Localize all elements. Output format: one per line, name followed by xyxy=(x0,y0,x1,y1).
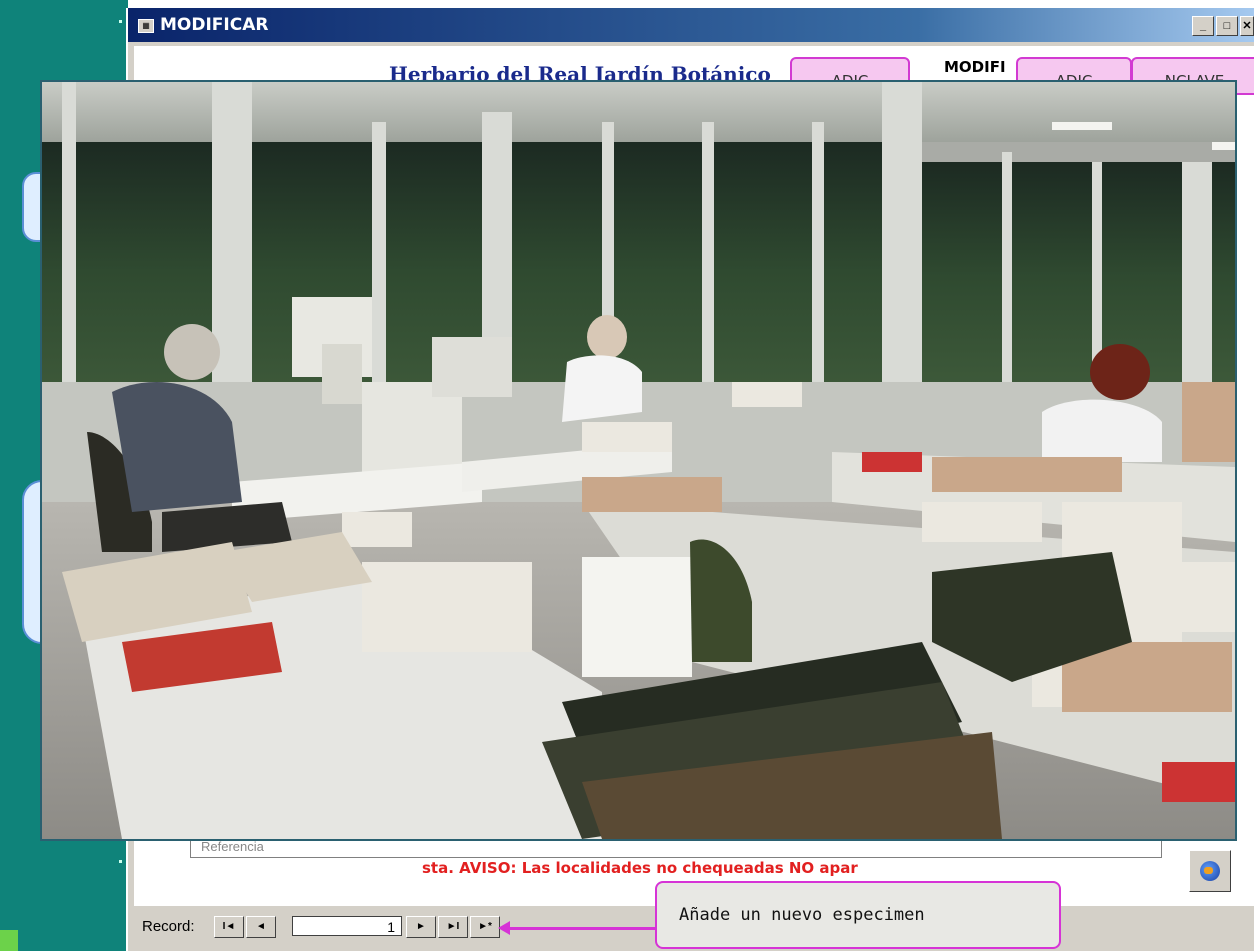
prev-record-button[interactable]: ◄ xyxy=(246,916,276,938)
green-corner xyxy=(0,930,18,951)
close-button[interactable]: ✕ xyxy=(1240,16,1254,36)
maximize-button[interactable]: □ xyxy=(1216,16,1238,36)
new-specimen-callout: Añade un nuevo especimen xyxy=(655,881,1061,949)
window-titlebar: ▦ MODIFICAR _ □ ✕ xyxy=(128,8,1254,42)
record-number-input[interactable]: 1 xyxy=(292,916,402,936)
minimize-button[interactable]: _ xyxy=(1192,16,1214,36)
warning-text: sta. AVISO: Las localidades no chequeada… xyxy=(422,859,858,877)
callout-arrow-line xyxy=(503,927,658,930)
globe-icon xyxy=(1200,861,1220,881)
callout-text: Añade un nuevo especimen xyxy=(679,905,925,925)
first-record-button[interactable]: I◄ xyxy=(214,916,244,938)
last-record-button[interactable]: ►I xyxy=(438,916,468,938)
next-record-button[interactable]: ► xyxy=(406,916,436,938)
new-record-button[interactable]: ►* xyxy=(470,916,500,938)
window-title: MODIFICAR xyxy=(160,15,269,35)
map-button[interactable] xyxy=(1189,850,1231,892)
photo-illustration xyxy=(42,82,1235,839)
form-icon: ▦ xyxy=(138,19,154,33)
record-label: Record: xyxy=(142,918,195,935)
callout-arrow-head xyxy=(498,921,510,935)
mode-label: MODIFI xyxy=(944,58,1006,76)
herbarium-workroom-photo xyxy=(40,80,1237,841)
